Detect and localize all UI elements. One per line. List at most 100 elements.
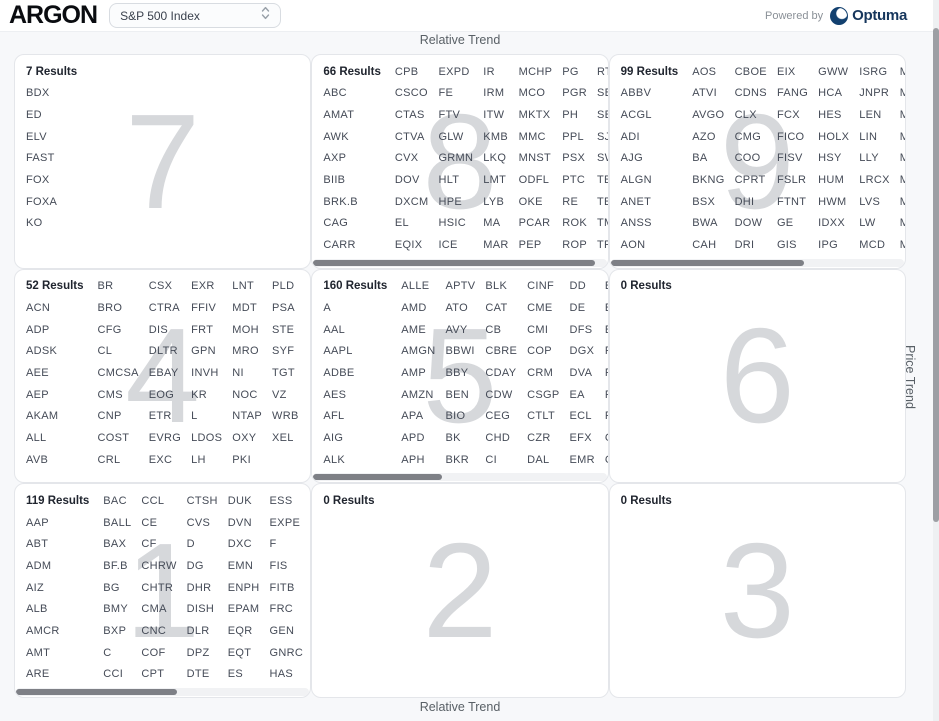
- ticker-BALL[interactable]: BALL: [103, 517, 131, 529]
- ticker-ICE[interactable]: ICE: [438, 239, 457, 251]
- ticker-EL[interactable]: EL: [395, 217, 409, 229]
- ticker-AON[interactable]: AON: [621, 239, 646, 251]
- ticker-FIS[interactable]: FIS: [270, 560, 288, 572]
- ticker-FITB[interactable]: FITB: [270, 582, 295, 594]
- ticker-PSX[interactable]: PSX: [562, 152, 585, 164]
- ticker-BR[interactable]: BR: [98, 280, 114, 292]
- ticker-NI[interactable]: NI: [232, 367, 244, 379]
- ticker-MMC[interactable]: MMC: [519, 131, 546, 143]
- ticker-CPRT[interactable]: CPRT: [735, 174, 766, 186]
- ticker-EA[interactable]: EA: [570, 389, 585, 401]
- ticker-CL[interactable]: CL: [98, 345, 113, 357]
- ticker-CMS[interactable]: CMS: [98, 389, 123, 401]
- ticker-CTVA[interactable]: CTVA: [395, 131, 425, 143]
- page-vertical-scrollbar-thumb[interactable]: [933, 28, 939, 522]
- ticker-CB[interactable]: CB: [485, 324, 501, 336]
- ticker-LH[interactable]: LH: [191, 454, 206, 466]
- ticker-BMY[interactable]: BMY: [103, 603, 128, 615]
- ticker-CCL[interactable]: CCL: [141, 495, 164, 507]
- ticker-DG[interactable]: DG: [187, 560, 204, 572]
- ticker-KMB[interactable]: KMB: [483, 131, 508, 143]
- ticker-FCX[interactable]: FCX: [777, 109, 800, 121]
- ticker-CMCSA[interactable]: CMCSA: [98, 367, 139, 379]
- ticker-EFX[interactable]: EFX: [570, 432, 592, 444]
- ticker-IR[interactable]: IR: [483, 66, 495, 78]
- ticker-CINF[interactable]: CINF: [527, 280, 554, 292]
- panel-horizontal-scrollbar[interactable]: [313, 259, 606, 267]
- ticker-MOH[interactable]: MOH: [232, 324, 259, 336]
- ticker-PGR[interactable]: PGR: [562, 87, 587, 99]
- ticker-CBOE[interactable]: CBOE: [735, 66, 767, 78]
- ticker-MSCI[interactable]: MSCI: [900, 196, 906, 208]
- ticker-CHD[interactable]: CHD: [485, 432, 510, 444]
- ticker-BSX[interactable]: BSX: [692, 196, 715, 208]
- ticker-TPR[interactable]: TPR: [597, 239, 609, 251]
- ticker-CMG[interactable]: CMG: [735, 131, 762, 143]
- ticker-EMN[interactable]: EMN: [228, 560, 253, 572]
- ticker-CARR[interactable]: CARR: [323, 239, 355, 251]
- ticker-CPB[interactable]: CPB: [395, 66, 419, 78]
- ticker-DGX[interactable]: DGX: [570, 345, 595, 357]
- ticker-CSCO[interactable]: CSCO: [395, 87, 428, 99]
- ticker-CBRE[interactable]: CBRE: [485, 345, 517, 357]
- ticker-CVX[interactable]: CVX: [395, 152, 419, 164]
- ticker-ADSK[interactable]: ADSK: [26, 345, 57, 357]
- ticker-VZ[interactable]: VZ: [272, 389, 287, 401]
- ticker-GE[interactable]: GE: [777, 217, 794, 229]
- ticker-ABT[interactable]: ABT: [26, 538, 48, 550]
- ticker-OXY[interactable]: OXY: [232, 432, 256, 444]
- ticker-CRL[interactable]: CRL: [98, 454, 121, 466]
- ticker-LMT[interactable]: LMT: [483, 174, 506, 186]
- ticker-CDW[interactable]: CDW: [485, 389, 512, 401]
- ticker-CHRW[interactable]: CHRW: [141, 560, 176, 572]
- ticker-OKE[interactable]: OKE: [519, 196, 543, 208]
- ticker-D[interactable]: D: [187, 538, 195, 550]
- ticker-AMAT[interactable]: AMAT: [323, 109, 354, 121]
- ticker-CTSH[interactable]: CTSH: [187, 495, 218, 507]
- ticker-CTRA[interactable]: CTRA: [149, 302, 180, 314]
- ticker-AAL[interactable]: AAL: [323, 324, 345, 336]
- ticker-C[interactable]: C: [103, 647, 111, 659]
- page-vertical-scrollbar[interactable]: [933, 0, 939, 721]
- ticker-SBUX[interactable]: SBUX: [597, 87, 609, 99]
- panel-horizontal-scrollbar[interactable]: [313, 473, 606, 481]
- ticker-PCAR[interactable]: PCAR: [519, 217, 551, 229]
- ticker-MA[interactable]: MA: [483, 217, 500, 229]
- ticker-DISH[interactable]: DISH: [187, 603, 214, 615]
- ticker-SEDG[interactable]: SEDG: [597, 109, 609, 121]
- ticker-ADBE[interactable]: ADBE: [323, 367, 354, 379]
- ticker-TGT[interactable]: TGT: [272, 367, 295, 379]
- ticker-DXCM[interactable]: DXCM: [395, 196, 429, 208]
- ticker-CHTR[interactable]: CHTR: [141, 582, 173, 594]
- ticker-ODFL[interactable]: ODFL: [519, 174, 550, 186]
- ticker-STE[interactable]: STE: [272, 324, 294, 336]
- ticker-CTLT[interactable]: CTLT: [527, 410, 555, 422]
- ticker-KR[interactable]: KR: [191, 389, 207, 401]
- ticker-MCD[interactable]: MCD: [859, 239, 885, 251]
- ticker-BRK.B[interactable]: BRK.B: [323, 196, 358, 208]
- ticker-HAS[interactable]: HAS: [270, 668, 294, 680]
- ticker-COP[interactable]: COP: [527, 345, 552, 357]
- panel-horizontal-scrollbar[interactable]: [16, 688, 309, 696]
- ticker-CI[interactable]: CI: [485, 454, 497, 466]
- ticker-MRO[interactable]: MRO: [232, 345, 259, 357]
- ticker-CMA[interactable]: CMA: [141, 603, 166, 615]
- ticker-ENPH[interactable]: ENPH: [228, 582, 260, 594]
- ticker-APA[interactable]: APA: [401, 410, 423, 422]
- ticker-COO[interactable]: COO: [735, 152, 761, 164]
- panel-horizontal-scrollbar[interactable]: [611, 259, 904, 267]
- ticker-AVY[interactable]: AVY: [445, 324, 467, 336]
- ticker-DOW[interactable]: DOW: [735, 217, 763, 229]
- ticker-CNP[interactable]: CNP: [98, 410, 122, 422]
- ticker-PKI[interactable]: PKI: [232, 454, 251, 466]
- ticker-RTX[interactable]: RTX: [597, 66, 609, 78]
- ticker-CVS[interactable]: CVS: [187, 517, 211, 529]
- ticker-BBWI[interactable]: BBWI: [445, 345, 474, 357]
- ticker-LEN[interactable]: LEN: [859, 109, 881, 121]
- ticker-FFIV[interactable]: FFIV: [191, 302, 216, 314]
- ticker-INVH[interactable]: INVH: [191, 367, 218, 379]
- ticker-ADM[interactable]: ADM: [26, 560, 51, 572]
- ticker-DUK[interactable]: DUK: [228, 495, 252, 507]
- ticker-FSLR[interactable]: FSLR: [777, 174, 806, 186]
- ticker-DAL[interactable]: DAL: [527, 454, 549, 466]
